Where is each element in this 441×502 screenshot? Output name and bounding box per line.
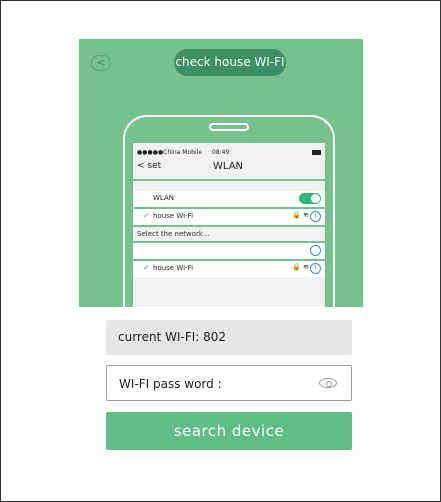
search-device-button[interactable]: search device <box>106 412 352 450</box>
settings-back-link: < set <box>137 161 162 171</box>
divider <box>133 179 325 181</box>
divider <box>133 225 325 227</box>
phone-speaker <box>209 123 249 131</box>
wlan-toggle <box>299 193 321 204</box>
app-frame: < check house WI-FI ●●●●●China Mobile 08… <box>0 0 441 502</box>
checkmark-icon: ✓ <box>143 211 150 220</box>
wlan-label: WLAN <box>153 194 175 202</box>
wifi-password-field[interactable] <box>106 365 352 401</box>
back-button[interactable]: < <box>91 55 111 71</box>
network-option-name: house Wi-Fi <box>153 264 194 272</box>
battery-icon <box>312 150 321 155</box>
status-time: 08:49 <box>212 149 230 156</box>
connected-network-name: house Wi-Fi <box>153 212 194 220</box>
carrier-label: ●●●●●China Mobile <box>137 149 202 156</box>
guide-title: check house WI-FI <box>174 49 286 76</box>
lock-wifi-icon: 🔒 ≋ <box>292 211 309 219</box>
toggle-knob <box>311 194 320 203</box>
lock-wifi-icon: 🔒 ≋ <box>292 263 309 271</box>
phone-screen: ●●●●●China Mobile 08:49 < set WLAN WLAN … <box>133 143 325 307</box>
info-icon: i <box>310 263 321 274</box>
chevron-left-icon: < <box>96 56 106 69</box>
wlan-title: WLAN <box>213 161 244 172</box>
checkmark-icon: ✓ <box>143 263 150 272</box>
phone-illustration: ●●●●●China Mobile 08:49 < set WLAN WLAN … <box>123 115 335 307</box>
status-bar: ●●●●●China Mobile 08:49 <box>137 149 323 159</box>
empty-network-row <box>133 243 325 259</box>
current-wifi-display: current WI-FI: 802 <box>106 320 352 355</box>
wlan-toggle-row: WLAN <box>133 191 325 207</box>
select-network-label: Select the network... <box>133 229 325 241</box>
eye-icon[interactable] <box>319 378 337 388</box>
select-network-text: Select the network... <box>137 230 210 238</box>
network-option-row: ✓ house Wi-Fi 🔒 ≋ i <box>133 261 325 277</box>
wifi-guide-panel: < check house WI-FI ●●●●●China Mobile 08… <box>79 39 363 307</box>
info-icon: i <box>310 211 321 222</box>
radio-icon <box>310 245 321 256</box>
password-input[interactable] <box>117 374 311 394</box>
connected-network-row: ✓ house Wi-Fi 🔒 ≋ i <box>133 209 325 225</box>
settings-navbar: < set WLAN <box>133 161 325 175</box>
